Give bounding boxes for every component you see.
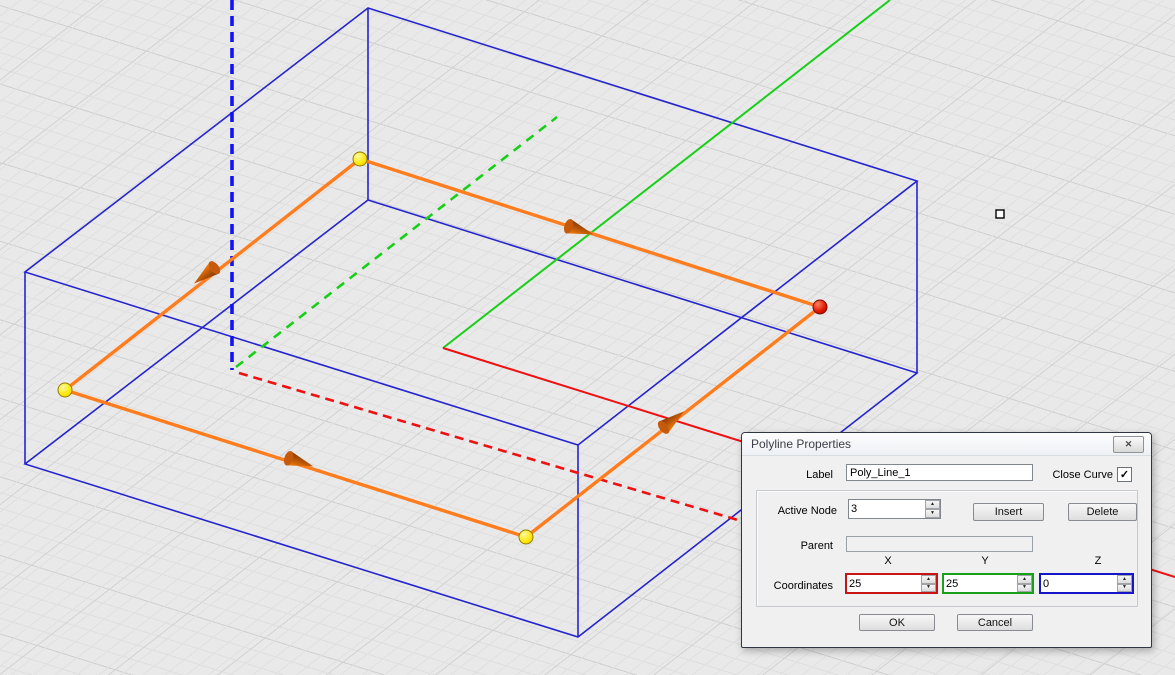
insert-button[interactable]: Insert [973,503,1044,521]
spinner-down-icon[interactable]: ▼ [1017,584,1032,593]
dialog-title: Polyline Properties [751,433,851,455]
active-node-label: Active Node [742,505,837,517]
parent-input [846,536,1033,552]
spinner-up-icon[interactable]: ▲ [1017,575,1032,584]
coordinates-label: Coordinates [742,580,833,592]
cancel-button[interactable]: Cancel [957,614,1033,631]
modeler-viewport[interactable]: Polyline Properties ✕ Label Close Curve … [0,0,1175,675]
delete-button[interactable]: Delete [1068,503,1137,521]
spinner-up-icon[interactable]: ▲ [921,575,936,584]
label-field-label: Label [742,469,833,481]
direction-arrow-cone [562,218,595,242]
spinner-down-icon[interactable]: ▼ [925,509,940,518]
coordinate-y-spinner[interactable]: ▲ ▼ [942,573,1034,594]
pick-point-marker [996,210,1004,218]
coordinate-x-spinner[interactable]: ▲ ▼ [845,573,938,594]
coord-header-x: X [848,555,928,567]
polyline-node[interactable] [353,152,367,166]
polyline-node[interactable] [519,530,533,544]
active-node-spinner[interactable]: ▲ ▼ [848,499,941,519]
polyline-path[interactable] [65,159,820,537]
direction-arrow-cone [189,259,222,289]
coordinate-z-spinner[interactable]: ▲ ▼ [1039,573,1134,594]
coord-header-z: Z [1058,555,1138,567]
polyline-node-active[interactable] [813,300,827,314]
label-input[interactable] [846,464,1033,481]
polyline-node[interactable] [58,383,72,397]
close-curve-checkbox[interactable]: ✓ [1117,467,1132,482]
close-icon: ✕ [1125,439,1133,450]
coordinate-y-input[interactable] [944,575,1017,592]
spinner-up-icon[interactable]: ▲ [925,500,940,509]
spinner-up-icon[interactable]: ▲ [1117,575,1132,584]
polyline-properties-dialog[interactable]: Polyline Properties ✕ Label Close Curve … [741,432,1152,648]
spinner-down-icon[interactable]: ▼ [1117,584,1132,593]
x-axis-dashed [239,373,748,523]
dialog-titlebar[interactable]: Polyline Properties ✕ [742,433,1151,456]
ok-button[interactable]: OK [859,614,935,631]
close-curve-label: Close Curve [1052,469,1113,481]
coordinate-x-input[interactable] [847,575,921,592]
close-button[interactable]: ✕ [1113,436,1144,453]
active-node-input[interactable] [849,500,925,518]
y-axis-dashed [236,117,557,367]
parent-label: Parent [742,540,833,552]
coordinate-z-input[interactable] [1041,575,1117,592]
spinner-down-icon[interactable]: ▼ [921,584,936,593]
coord-header-y: Y [945,555,1025,567]
checkmark-icon: ✓ [1120,468,1129,481]
